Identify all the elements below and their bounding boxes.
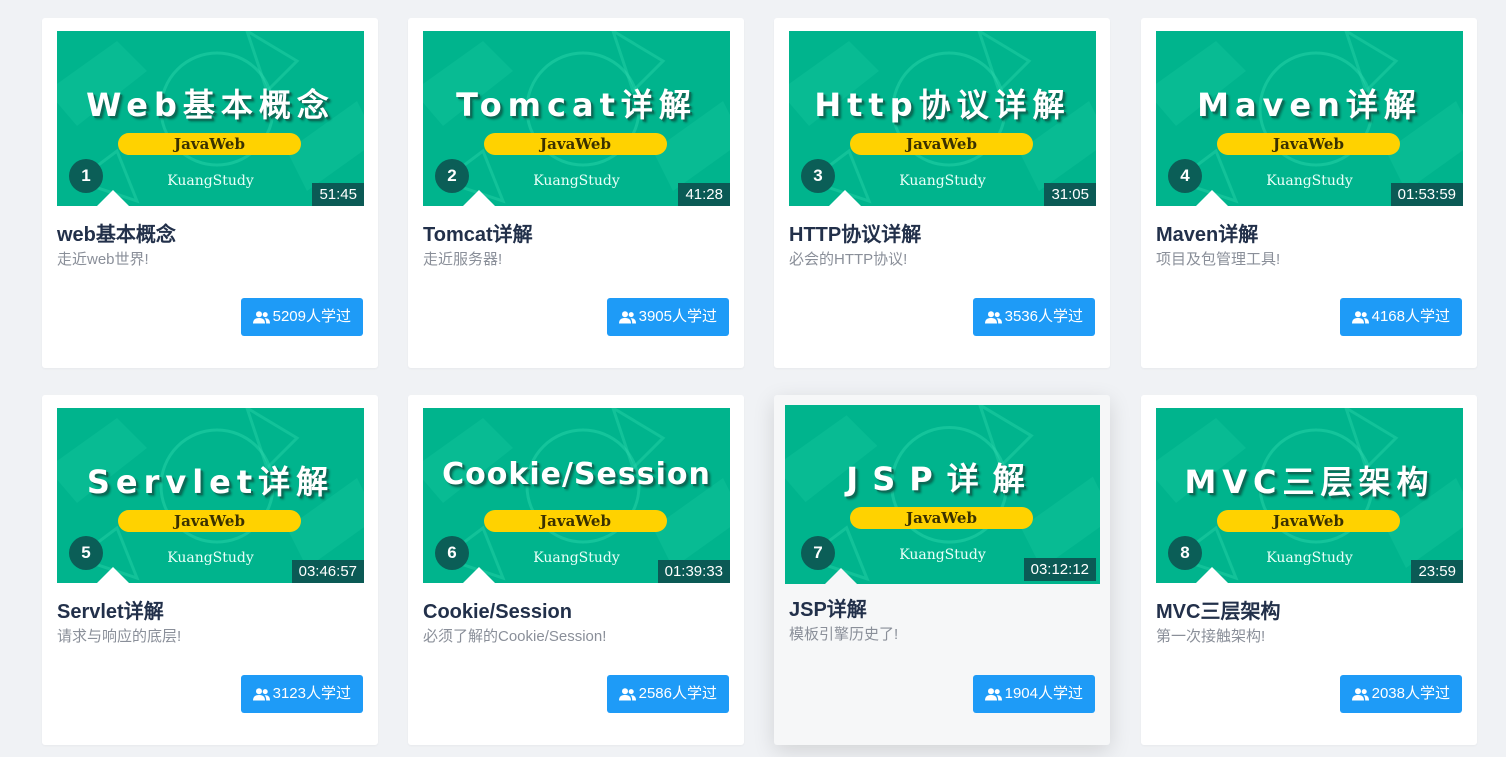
- users-icon: [618, 687, 636, 700]
- thumbnail-tag: JavaWeb: [118, 133, 301, 155]
- course-thumbnail[interactable]: Tomcat详解 JavaWeb KuangStudy 2 41:28: [423, 31, 730, 206]
- notch-decoration: [829, 190, 861, 206]
- thumbnail-tag: JavaWeb: [850, 133, 1033, 155]
- learners-count: 3536人学过: [1004, 308, 1083, 325]
- notch-decoration: [1196, 567, 1228, 583]
- course-title[interactable]: MVC三层架构: [1156, 600, 1462, 624]
- duration-badge: 01:53:59: [1390, 183, 1463, 206]
- course-card-1[interactable]: Web基本概念 JavaWeb KuangStudy 1 51:45 web基本…: [42, 18, 378, 368]
- course-card-4[interactable]: Maven详解 JavaWeb KuangStudy 4 01:53:59 Ma…: [1141, 18, 1477, 368]
- course-index-badge: 6: [435, 536, 469, 570]
- thumbnail-tag: JavaWeb: [484, 510, 667, 532]
- course-index-badge: 2: [435, 159, 469, 193]
- course-card-2[interactable]: Tomcat详解 JavaWeb KuangStudy 2 41:28 Tomc…: [408, 18, 744, 368]
- duration-badge: 03:12:12: [1023, 558, 1096, 581]
- course-card-5[interactable]: Servlet详解 JavaWeb KuangStudy 5 03:46:57 …: [42, 395, 378, 745]
- users-icon: [252, 310, 270, 323]
- notch-decoration: [97, 190, 129, 206]
- course-card-7[interactable]: JSP详解 JavaWeb KuangStudy 7 03:12:12 JSP详…: [774, 395, 1110, 745]
- course-description: 第一次接触架构!: [1156, 628, 1266, 645]
- users-icon: [1351, 687, 1369, 700]
- notch-decoration: [825, 568, 857, 584]
- learners-count: 2038人学过: [1371, 685, 1450, 702]
- duration-badge: 23:59: [1411, 560, 1463, 583]
- learners-button[interactable]: 3536人学过: [972, 298, 1095, 336]
- course-thumbnail[interactable]: Cookie/Session JavaWeb KuangStudy 6 01:3…: [423, 408, 730, 583]
- course-thumbnail[interactable]: Web基本概念 JavaWeb KuangStudy 1 51:45: [57, 31, 364, 206]
- course-title[interactable]: Maven详解: [1156, 223, 1462, 247]
- learners-button[interactable]: 3905人学过: [606, 298, 729, 336]
- course-title[interactable]: Tomcat详解: [423, 223, 729, 247]
- course-thumbnail[interactable]: Http协议详解 JavaWeb KuangStudy 3 31:05: [789, 31, 1096, 206]
- course-index-badge: 7: [801, 536, 835, 570]
- learners-count: 3123人学过: [272, 685, 351, 702]
- course-description: 必会的HTTP协议!: [789, 251, 908, 268]
- course-description: 项目及包管理工具!: [1156, 251, 1281, 268]
- thumbnail-title: Servlet详解: [86, 463, 335, 501]
- thumbnail-title: MVC三层架构: [1184, 463, 1435, 501]
- users-icon: [984, 310, 1002, 323]
- notch-decoration: [463, 567, 495, 583]
- learners-count: 1904人学过: [1004, 685, 1083, 702]
- course-index-badge: 3: [801, 159, 835, 193]
- course-title[interactable]: JSP详解: [789, 598, 1095, 622]
- course-index-badge: 4: [1168, 159, 1202, 193]
- thumbnail-title: Http协议详解: [814, 86, 1071, 124]
- learners-button[interactable]: 2586人学过: [606, 675, 729, 713]
- duration-badge: 51:45: [312, 183, 364, 206]
- course-description: 模板引擎历史了!: [789, 626, 899, 643]
- course-index-badge: 5: [69, 536, 103, 570]
- users-icon: [984, 687, 1002, 700]
- course-title[interactable]: Cookie/Session: [423, 600, 729, 624]
- learners-count: 5209人学过: [272, 308, 351, 325]
- course-thumbnail[interactable]: JSP详解 JavaWeb KuangStudy 7 03:12:12: [785, 405, 1100, 584]
- thumbnail-title: Web基本概念: [86, 86, 335, 124]
- course-card-8[interactable]: MVC三层架构 JavaWeb KuangStudy 8 23:59 MVC三层…: [1141, 395, 1477, 745]
- learners-count: 3905人学过: [638, 308, 717, 325]
- course-thumbnail[interactable]: Maven详解 JavaWeb KuangStudy 4 01:53:59: [1156, 31, 1463, 206]
- course-title[interactable]: web基本概念: [57, 223, 363, 247]
- course-thumbnail[interactable]: MVC三层架构 JavaWeb KuangStudy 8 23:59: [1156, 408, 1463, 583]
- duration-badge: 03:46:57: [291, 560, 364, 583]
- course-title[interactable]: Servlet详解: [57, 600, 363, 624]
- thumbnail-tag: JavaWeb: [118, 510, 301, 532]
- course-grid: Web基本概念 JavaWeb KuangStudy 1 51:45 web基本…: [0, 0, 1506, 757]
- learners-count: 2586人学过: [638, 685, 717, 702]
- learners-button[interactable]: 2038人学过: [1339, 675, 1462, 713]
- thumbnail-tag: JavaWeb: [1217, 133, 1400, 155]
- thumbnail-tag: JavaWeb: [484, 133, 667, 155]
- thumbnail-tag: JavaWeb: [1217, 510, 1400, 532]
- notch-decoration: [1196, 190, 1228, 206]
- learners-button[interactable]: 4168人学过: [1339, 298, 1462, 336]
- notch-decoration: [463, 190, 495, 206]
- course-description: 走近服务器!: [423, 251, 503, 268]
- learners-button[interactable]: 1904人学过: [972, 675, 1095, 713]
- course-thumbnail[interactable]: Servlet详解 JavaWeb KuangStudy 5 03:46:57: [57, 408, 364, 583]
- learners-button[interactable]: 5209人学过: [240, 298, 363, 336]
- thumbnail-title: Maven详解: [1197, 86, 1422, 124]
- notch-decoration: [97, 567, 129, 583]
- course-description: 必须了解的Cookie/Session!: [423, 628, 607, 645]
- users-icon: [252, 687, 270, 700]
- users-icon: [1351, 310, 1369, 323]
- course-description: 请求与响应的底层!: [57, 628, 182, 645]
- course-card-3[interactable]: Http协议详解 JavaWeb KuangStudy 3 31:05 HTTP…: [774, 18, 1110, 368]
- learners-count: 4168人学过: [1371, 308, 1450, 325]
- course-description: 走近web世界!: [57, 251, 149, 268]
- course-title[interactable]: HTTP协议详解: [789, 223, 1095, 247]
- learners-button[interactable]: 3123人学过: [240, 675, 363, 713]
- course-card-6[interactable]: Cookie/Session JavaWeb KuangStudy 6 01:3…: [408, 395, 744, 745]
- users-icon: [618, 310, 636, 323]
- thumbnail-tag: JavaWeb: [850, 507, 1033, 529]
- thumbnail-title: Cookie/Session: [442, 457, 711, 492]
- duration-badge: 31:05: [1044, 183, 1096, 206]
- thumbnail-title: Tomcat详解: [456, 86, 697, 124]
- course-index-badge: 1: [69, 159, 103, 193]
- duration-badge: 01:39:33: [657, 560, 730, 583]
- course-index-badge: 8: [1168, 536, 1202, 570]
- thumbnail-title: JSP详解: [846, 460, 1039, 498]
- duration-badge: 41:28: [678, 183, 730, 206]
